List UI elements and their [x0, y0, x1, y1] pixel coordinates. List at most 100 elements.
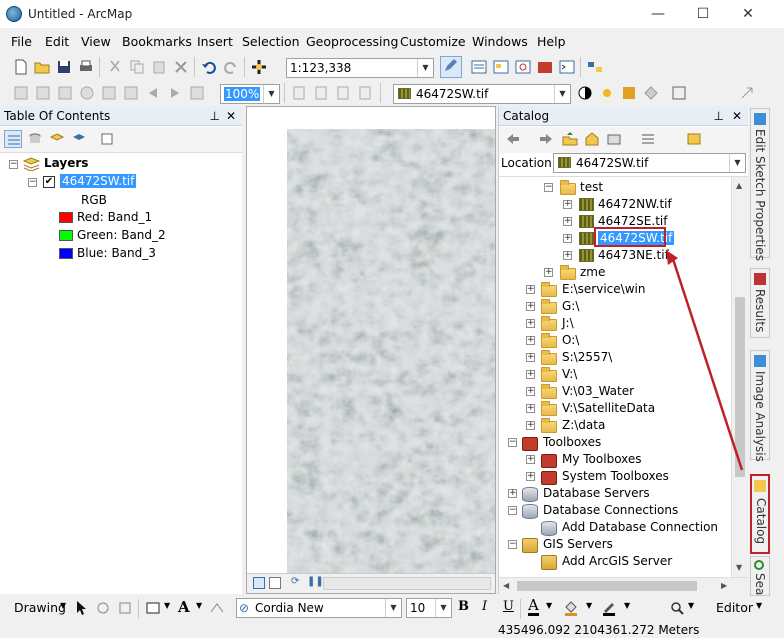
chevron-down-icon[interactable]: ▼ — [196, 601, 202, 610]
edit-vertices-tool[interactable] — [208, 599, 226, 617]
collapse-layers-toggle[interactable]: − — [9, 160, 18, 169]
side-tab-edit-sketch-properties[interactable]: Edit Sketch Properties — [750, 108, 770, 261]
pause-icon[interactable]: ❚❚ — [307, 576, 324, 587]
expand-toggle[interactable]: + — [526, 370, 535, 379]
menu-insert[interactable]: Insert — [197, 34, 233, 49]
contrast-tool[interactable] — [576, 84, 594, 102]
home-button[interactable] — [583, 130, 601, 148]
tree-folder-v-satellitedata[interactable]: V:\SatelliteData — [562, 401, 655, 415]
text-tool[interactable]: A — [178, 598, 190, 616]
tree-folder-e-service-win[interactable]: E:\service\win — [562, 282, 645, 296]
expand-toggle[interactable]: + — [526, 404, 535, 413]
catalog-horizontal-scrollbar[interactable]: ◀ ▶ — [499, 577, 748, 594]
tree-folder-v[interactable]: V:\ — [562, 367, 577, 381]
font-color-button[interactable]: A — [528, 597, 539, 616]
expand-toggle[interactable]: + — [526, 302, 535, 311]
chevron-down-icon[interactable]: ▼ — [586, 601, 592, 610]
catalog-window-button[interactable] — [492, 58, 510, 76]
menu-customize[interactable]: Customize — [400, 34, 466, 49]
image-layer-combo[interactable]: 46472SW.tif ▼ — [393, 84, 571, 104]
data-view-button[interactable] — [253, 577, 265, 589]
pin-icon[interactable]: ⊥ — [210, 106, 220, 126]
menu-edit[interactable]: Edit — [45, 34, 69, 49]
cut-button[interactable] — [106, 58, 124, 76]
expand-toggle[interactable]: + — [526, 472, 535, 481]
search-window-button[interactable] — [514, 58, 532, 76]
side-tab-search[interactable]: Sea — [750, 556, 770, 596]
chevron-down-icon[interactable]: ▼ — [554, 85, 570, 103]
font-size-combo[interactable]: 10 ▼ — [406, 598, 452, 618]
expand-toggle[interactable]: + — [526, 285, 535, 294]
scroll-thumb[interactable] — [517, 581, 697, 591]
chevron-down-icon[interactable]: ▼ — [729, 154, 745, 172]
expand-toggle[interactable]: + — [526, 455, 535, 464]
select-features-tool[interactable] — [188, 84, 206, 102]
side-tab-catalog[interactable]: Catalog — [750, 474, 770, 554]
collapse-test-folder[interactable]: − — [544, 183, 553, 192]
pan-tool[interactable] — [56, 84, 74, 102]
connect-folder-button[interactable] — [605, 130, 623, 148]
expand-toggle[interactable]: + — [563, 234, 572, 243]
tree-folder-zme[interactable]: zme — [580, 265, 605, 279]
toggle-contents-panel-button[interactable] — [685, 130, 703, 148]
expand-toggle[interactable]: + — [526, 387, 535, 396]
fixed-zoom-in-tool[interactable] — [100, 84, 118, 102]
side-tab-image-analysis[interactable]: Image Analysis — [750, 350, 770, 462]
open-button[interactable] — [33, 58, 51, 76]
editor-toolbar-button[interactable] — [440, 56, 462, 78]
fixed-zoom-out-tool[interactable] — [122, 84, 140, 102]
drawing-menu[interactable]: Drawing — [14, 600, 66, 615]
menu-geoprocessing[interactable]: Geoprocessing — [306, 34, 398, 49]
layout-zoom-whole-page-tool[interactable] — [290, 84, 308, 102]
back-button[interactable] — [504, 130, 522, 148]
tree-gis-servers[interactable]: GIS Servers — [543, 537, 613, 551]
pin-icon[interactable]: ⊥ — [714, 106, 724, 126]
brightness-tool[interactable] — [598, 84, 616, 102]
maximize-button[interactable]: ☐ — [690, 4, 716, 24]
table-of-contents-button[interactable] — [470, 58, 488, 76]
tree-database-servers[interactable]: Database Servers — [543, 486, 650, 500]
menu-help[interactable]: Help — [537, 34, 566, 49]
chevron-down-icon[interactable]: ▼ — [417, 59, 433, 77]
forward-button[interactable] — [537, 130, 555, 148]
catalog-vertical-scrollbar[interactable]: ▲ ▼ — [731, 177, 748, 577]
transparency-tool[interactable] — [620, 84, 638, 102]
tree-toolboxes[interactable]: Toolboxes — [543, 435, 601, 449]
expand-toggle[interactable]: + — [563, 200, 572, 209]
change-layout-tool[interactable] — [356, 84, 374, 102]
magnifier-tool[interactable] — [668, 599, 686, 617]
refresh-icon[interactable]: ⟳ — [291, 576, 299, 587]
undo-button[interactable] — [200, 58, 218, 76]
side-tab-results[interactable]: Results — [750, 268, 770, 338]
layer-visibility-checkbox[interactable]: ✔ — [43, 176, 55, 188]
menu-windows[interactable]: Windows — [472, 34, 528, 49]
map-display[interactable]: ⟳ ❚❚ — [246, 106, 496, 594]
expand-toggle[interactable]: + — [526, 421, 535, 430]
menu-view[interactable]: View — [81, 34, 111, 49]
chevron-down-icon[interactable]: ▼ — [624, 601, 630, 610]
rectangle-tool[interactable] — [144, 599, 162, 617]
scroll-down-icon[interactable]: ▼ — [736, 563, 742, 572]
tree-raster-46473NE[interactable]: 46473NE.tif — [598, 248, 669, 262]
scroll-thumb[interactable] — [735, 297, 745, 477]
model-builder-button[interactable] — [586, 58, 604, 76]
redo-button[interactable] — [222, 58, 240, 76]
copy-button[interactable] — [128, 58, 146, 76]
print-button[interactable] — [77, 58, 95, 76]
map-scale-combo[interactable]: 1:123,338 ▼ — [286, 58, 434, 78]
layout-toggle-draft-tool[interactable] — [312, 84, 330, 102]
underline-button[interactable]: U — [503, 599, 514, 614]
line-color-button[interactable] — [600, 599, 618, 617]
tree-folder-v-03-water[interactable]: V:\03_Water — [562, 384, 634, 398]
layout-focus-tool[interactable] — [334, 84, 352, 102]
tree-add-arcgis-server[interactable]: Add ArcGIS Server — [562, 554, 672, 568]
tree-system-toolboxes[interactable]: System Toolboxes — [562, 469, 669, 483]
minimize-button[interactable]: — — [645, 4, 671, 24]
collapse-layer-toggle[interactable]: − — [28, 178, 37, 187]
new-document-button[interactable] — [12, 58, 30, 76]
add-data-button[interactable] — [250, 58, 278, 76]
next-extent-tool[interactable] — [166, 84, 184, 102]
expand-toggle[interactable]: + — [526, 319, 535, 328]
expand-toggle[interactable]: + — [544, 268, 553, 277]
close-icon[interactable]: ✕ — [226, 106, 236, 126]
